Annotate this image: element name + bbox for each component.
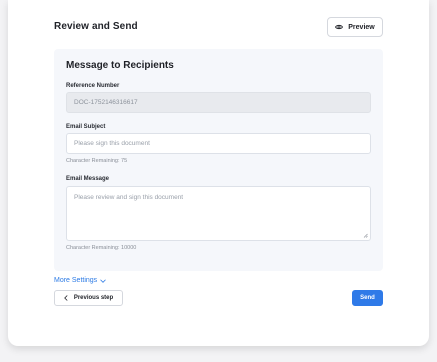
panel-title: Message to Recipients	[66, 60, 174, 71]
preview-button[interactable]: Preview	[327, 17, 383, 37]
email-subject-placeholder: Please sign this document	[74, 140, 150, 147]
chevron-left-icon	[63, 295, 68, 301]
resize-handle-icon[interactable]	[363, 233, 368, 238]
email-message-label: Email Message	[66, 176, 110, 182]
email-message-textarea[interactable]: Please review and sign this document	[66, 186, 371, 241]
page-title: Review and Send	[54, 21, 138, 32]
reference-number-field: DOC-1752146316617	[66, 92, 371, 113]
eye-icon	[335, 24, 344, 30]
email-subject-label: Email Subject	[66, 124, 106, 130]
review-send-card: Review and Send Preview Message to Recip…	[8, 0, 429, 346]
message-char-remaining: Character Remaining: 10000	[66, 245, 137, 251]
more-settings-label: More Settings	[54, 277, 98, 284]
more-settings-toggle[interactable]: More Settings	[54, 277, 106, 284]
email-message-placeholder: Please review and sign this document	[74, 194, 184, 201]
subject-char-remaining: Character Remaining: 75	[66, 158, 128, 164]
chevron-down-icon	[100, 278, 106, 283]
preview-label: Preview	[348, 23, 375, 31]
previous-step-label: Previous step	[73, 295, 114, 301]
previous-step-button[interactable]: Previous step	[54, 290, 123, 306]
reference-number-label: Reference Number	[66, 83, 120, 89]
reference-number-value: DOC-1752146316617	[74, 99, 138, 106]
send-button[interactable]: Send	[352, 290, 383, 306]
email-subject-input[interactable]: Please sign this document	[66, 133, 371, 154]
message-panel: Message to Recipients Reference Number D…	[54, 49, 383, 271]
